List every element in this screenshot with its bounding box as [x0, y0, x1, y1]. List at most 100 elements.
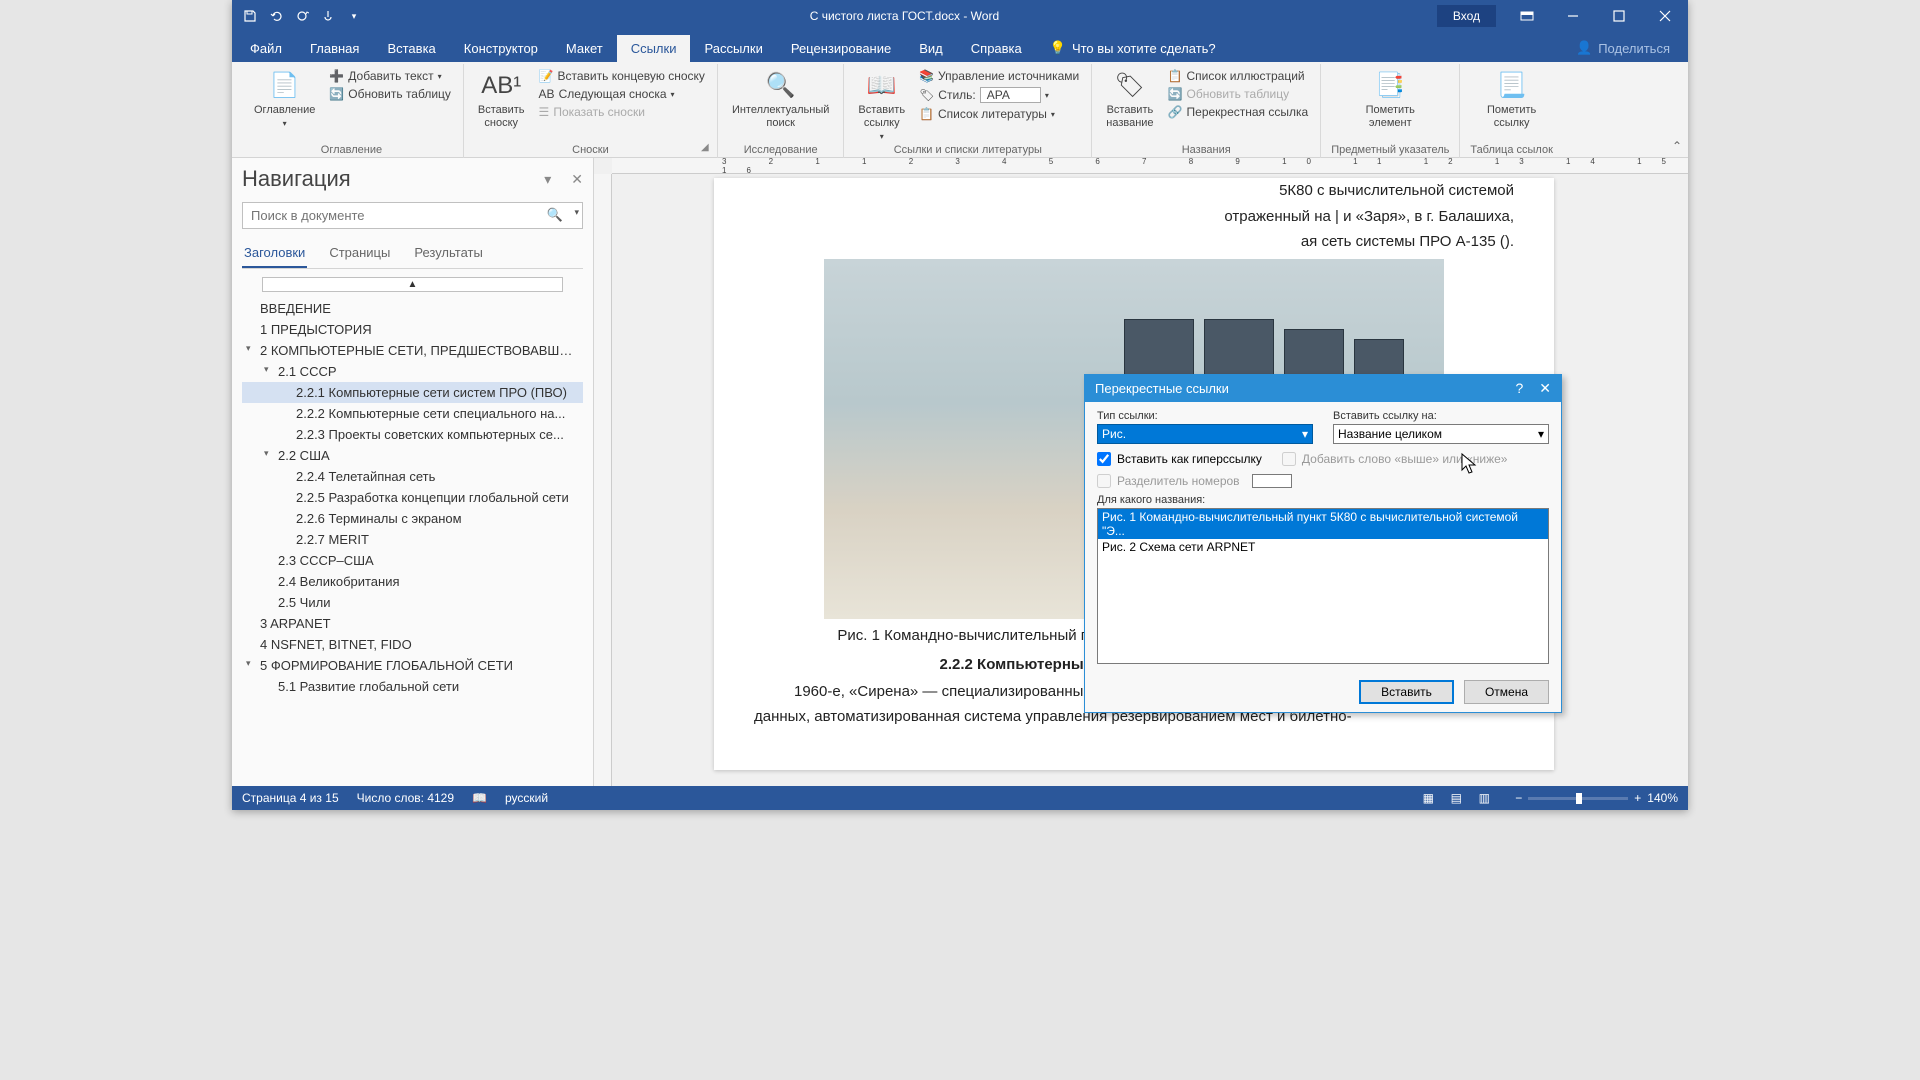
collapse-all-button[interactable]: ▲	[262, 277, 563, 292]
zoom-track[interactable]	[1528, 797, 1628, 800]
nav-tree-node[interactable]: 2.2.2 Компьютерные сети специального на.…	[242, 403, 583, 424]
zoom-thumb[interactable]	[1576, 793, 1582, 804]
nav-tree-node[interactable]: ВВЕДЕНИЕ	[242, 298, 583, 319]
insert-caption-button[interactable]: 🏷Вставить название	[1102, 68, 1157, 132]
read-mode-icon[interactable]: ▦	[1415, 788, 1441, 808]
caption-listbox[interactable]: Рис. 1 Командно-вычислительный пункт 5К8…	[1097, 508, 1549, 664]
tab-insert[interactable]: Вставка	[373, 35, 449, 62]
nav-tab-pages[interactable]: Страницы	[327, 239, 392, 268]
word-count[interactable]: Число слов: 4129	[357, 791, 454, 805]
toc-button[interactable]: 📄Оглавление▾	[250, 68, 319, 131]
insert-button[interactable]: Вставить	[1359, 680, 1454, 704]
nav-dropdown-icon[interactable]: ▾	[544, 171, 551, 188]
dialog-titlebar[interactable]: Перекрестные ссылки ? ✕	[1085, 375, 1561, 402]
tab-references[interactable]: Ссылки	[617, 35, 691, 62]
undo-icon[interactable]	[266, 6, 286, 26]
login-button[interactable]: Вход	[1437, 5, 1496, 27]
search-input[interactable]	[242, 202, 583, 229]
share-button[interactable]: 👤Поделиться	[1562, 34, 1684, 62]
tab-review[interactable]: Рецензирование	[777, 35, 905, 62]
cross-reference-button[interactable]: 🔗Перекрестная ссылка	[1166, 104, 1311, 120]
smart-lookup-button[interactable]: 🔍Интеллектуальный поиск	[728, 68, 833, 132]
nav-tree-node[interactable]: 4 NSFNET, BITNET, FIDO	[242, 634, 583, 655]
tab-layout[interactable]: Макет	[552, 35, 617, 62]
nav-tab-results[interactable]: Результаты	[412, 239, 484, 268]
nav-tree-node[interactable]: 1 ПРЕДЫСТОРИЯ	[242, 319, 583, 340]
tab-view[interactable]: Вид	[905, 35, 957, 62]
ribbon-display-icon[interactable]	[1504, 0, 1550, 32]
mark-entry-button[interactable]: 📑Пометить элемент	[1362, 68, 1419, 132]
zoom-out-icon[interactable]: −	[1515, 791, 1522, 805]
zoom-in-icon[interactable]: +	[1634, 791, 1641, 805]
qat-dropdown-icon[interactable]: ▾	[344, 6, 364, 26]
insert-endnote-button[interactable]: 📝Вставить концевую сноску	[537, 68, 707, 84]
nav-tree-node[interactable]: ▾2.1 СССР	[242, 361, 583, 382]
proofing-icon[interactable]: 📖	[472, 791, 487, 805]
nav-tree-node[interactable]: 2.2.6 Терминалы с экраном	[242, 508, 583, 529]
tab-help[interactable]: Справка	[957, 35, 1036, 62]
expand-icon[interactable]: ▾	[264, 448, 269, 459]
nav-tree-node[interactable]: 2.2.4 Телетайпная сеть	[242, 466, 583, 487]
nav-tree-node[interactable]: ▾2.2 США	[242, 445, 583, 466]
tell-me[interactable]: 💡Что вы хотите сделать?	[1036, 34, 1230, 62]
tab-home[interactable]: Главная	[296, 35, 373, 62]
reference-type-select[interactable]: Рис.▾	[1097, 424, 1313, 444]
insert-footnote-button[interactable]: AB¹Вставить сноску	[474, 68, 529, 132]
print-layout-icon[interactable]: ▤	[1443, 788, 1469, 808]
tab-mailings[interactable]: Рассылки	[690, 35, 776, 62]
expand-icon[interactable]: ▾	[246, 658, 251, 669]
mark-citation-button[interactable]: 📃Пометить ссылку	[1483, 68, 1540, 132]
language[interactable]: русский	[505, 791, 548, 805]
touch-mode-icon[interactable]	[318, 6, 338, 26]
nav-close-icon[interactable]: ✕	[571, 171, 583, 188]
nav-tree-node[interactable]: 2.2.5 Разработка концепции глобальной се…	[242, 487, 583, 508]
bibliography-button[interactable]: 📋Список литературы ▾	[917, 106, 1081, 122]
word-app: ▾ С чистого листа ГОСТ.docx - Word Вход …	[232, 0, 1688, 810]
manage-sources-button[interactable]: 📚Управление источниками	[917, 68, 1081, 84]
next-footnote-button[interactable]: ABСледующая сноска ▾	[537, 86, 707, 102]
web-layout-icon[interactable]: ▥	[1471, 788, 1497, 808]
insert-table-figures-button[interactable]: 📋Список иллюстраций	[1166, 68, 1311, 84]
collapse-ribbon-icon[interactable]: ⌃	[1672, 139, 1682, 153]
dialog-close-icon[interactable]: ✕	[1539, 380, 1551, 397]
maximize-icon[interactable]	[1596, 0, 1642, 32]
nav-tree-node[interactable]: 2.2.3 Проекты советских компьютерных се.…	[242, 424, 583, 445]
close-icon[interactable]	[1642, 0, 1688, 32]
endnote-icon: 📝	[539, 69, 554, 83]
page-count[interactable]: Страница 4 из 15	[242, 791, 339, 805]
nav-tab-headings[interactable]: Заголовки	[242, 239, 307, 268]
citation-style[interactable]: 🏷Стиль: APA▾	[917, 86, 1081, 104]
list-item[interactable]: Рис. 1 Командно-вычислительный пункт 5К8…	[1098, 509, 1548, 539]
nav-tree-node[interactable]: 2.2.7 MERIT	[242, 529, 583, 550]
expand-icon[interactable]: ▾	[246, 343, 251, 354]
horizontal-ruler[interactable]: 3 2 1 1 2 3 4 5 6 7 8 9 10 11 12 13 14 1…	[612, 158, 1688, 174]
list-item[interactable]: Рис. 2 Схема сети ARPNET	[1098, 539, 1548, 555]
dialog-help-icon[interactable]: ?	[1515, 380, 1523, 397]
nav-tree-node[interactable]: ▾2 КОМПЬЮТЕРНЫЕ СЕТИ, ПРЕДШЕСТВОВАВШИЕ..…	[242, 340, 583, 361]
tab-file[interactable]: Файл	[236, 35, 296, 62]
vertical-ruler[interactable]	[594, 174, 612, 786]
dialog-launcher-icon[interactable]: ◢	[701, 142, 715, 156]
search-dropdown-icon[interactable]: ▾	[574, 207, 579, 218]
nav-tree-node[interactable]: 2.5 Чили	[242, 592, 583, 613]
zoom-slider[interactable]: − + 140%	[1515, 791, 1678, 805]
nav-tree-node[interactable]: 2.4 Великобритания	[242, 571, 583, 592]
hyperlink-checkbox[interactable]: Вставить как гиперссылку	[1097, 452, 1262, 466]
zoom-level[interactable]: 140%	[1647, 791, 1678, 805]
tab-design[interactable]: Конструктор	[450, 35, 552, 62]
redo-icon[interactable]	[292, 6, 312, 26]
nav-tree-node[interactable]: 3 ARPANET	[242, 613, 583, 634]
cancel-button[interactable]: Отмена	[1464, 680, 1549, 704]
nav-tree-node[interactable]: 5.1 Развитие глобальной сети	[242, 676, 583, 697]
minimize-icon[interactable]	[1550, 0, 1596, 32]
insert-citation-button[interactable]: 📖Вставить ссылку▾	[854, 68, 909, 144]
nav-tree-node[interactable]: 2.3 СССР–США	[242, 550, 583, 571]
save-icon[interactable]	[240, 6, 260, 26]
nav-tree-node[interactable]: 2.2.1 Компьютерные сети систем ПРО (ПВО)	[242, 382, 583, 403]
expand-icon[interactable]: ▾	[264, 364, 269, 375]
nav-tree-node[interactable]: ▾5 ФОРМИРОВАНИЕ ГЛОБАЛЬНОЙ СЕТИ	[242, 655, 583, 676]
update-toc-button[interactable]: 🔄Обновить таблицу	[327, 86, 453, 102]
add-text-button[interactable]: ➕Добавить текст ▾	[327, 68, 453, 84]
search-icon[interactable]: 🔍	[547, 207, 563, 223]
insert-reference-to-select[interactable]: Название целиком▾	[1333, 424, 1549, 444]
